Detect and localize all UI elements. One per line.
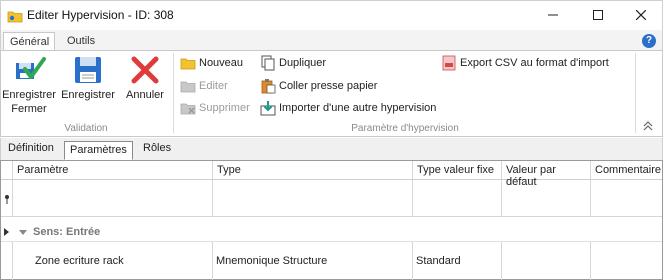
expand-group-icon[interactable] (19, 228, 27, 236)
tab-roles[interactable]: Rôles (143, 142, 171, 154)
supprimer-button[interactable]: Supprimer (180, 99, 250, 117)
minimize-button[interactable] (531, 1, 575, 29)
column-header-type-valeur-fixe[interactable]: Type valeur fixe (412, 161, 501, 180)
group-label-parametre: Paramètre d'hypervision (351, 123, 459, 134)
column-divider (212, 242, 213, 280)
editer-button[interactable]: Editer (180, 77, 228, 95)
export-csv-label: Export CSV au format d'import (460, 57, 609, 69)
paste-icon (261, 79, 276, 94)
column-divider (590, 242, 591, 280)
help-icon[interactable]: ? (642, 34, 656, 48)
column-header-type[interactable]: Type (212, 161, 412, 180)
group-label-validation: Validation (64, 123, 108, 134)
coller-button[interactable]: Coller presse papier (260, 77, 377, 95)
table-row[interactable]: Zone ecriture rack Mnemonique Structure … (1, 241, 662, 280)
folder-icon (7, 11, 23, 23)
export-csv-button[interactable]: Export CSV au format d'import (441, 54, 609, 72)
cancel-button[interactable]: Annuler (121, 53, 169, 121)
edit-folder-icon (180, 81, 196, 93)
tab-parametres[interactable]: Paramètres (64, 141, 133, 160)
save-icon (75, 57, 101, 83)
save-button[interactable]: Enregistrer (59, 53, 117, 121)
column-divider (501, 180, 502, 217)
column-divider (412, 242, 413, 280)
column-divider (501, 242, 502, 280)
new-folder-icon (180, 58, 196, 70)
save-close-label-1: Enregistrer (2, 89, 56, 101)
minimize-icon (548, 14, 558, 16)
supprimer-label: Supprimer (199, 102, 250, 114)
group-row-sens-entree[interactable]: Sens: Entrée (1, 223, 662, 241)
column-divider (412, 180, 413, 217)
ribbon-tab-bar: Général Outils ? (0, 30, 663, 51)
parameters-grid: Paramètre Type Type valeur fixe Valeur p… (0, 160, 663, 280)
column-header-commentaire[interactable]: Commentaire (590, 161, 662, 180)
save-label: Enregistrer (61, 89, 115, 101)
importer-button[interactable]: Importer d'une autre hypervision (260, 99, 436, 117)
cancel-icon (131, 56, 159, 84)
save-close-label-2: Fermer (11, 103, 47, 115)
tab-outils[interactable]: Outils (61, 32, 101, 51)
row-indicator-header (1, 161, 13, 180)
window-title: Editer Hypervision - ID: 308 (27, 8, 174, 22)
maximize-icon (593, 10, 603, 20)
collapse-ribbon-icon[interactable] (642, 120, 654, 132)
pin-icon (5, 195, 9, 204)
new-item-row[interactable] (1, 180, 662, 217)
row-indicator (1, 180, 13, 217)
duplicate-icon (261, 55, 275, 71)
cell-parametre: Zone ecriture rack (35, 255, 124, 267)
import-icon (260, 101, 276, 116)
dupliquer-button[interactable]: Dupliquer (260, 54, 326, 72)
grid-header: Paramètre Type Type valeur fixe Valeur p… (1, 161, 662, 188)
nouveau-label: Nouveau (199, 57, 244, 69)
cell-type-valeur-fixe: Standard (416, 255, 461, 267)
close-icon (636, 10, 646, 20)
column-header-parametre[interactable]: Paramètre (13, 161, 212, 180)
group-label: Sens: Entrée (33, 226, 101, 238)
coller-label: Coller presse papier (279, 80, 378, 92)
cell-type: Mnemonique Structure (216, 255, 328, 267)
dupliquer-label: Dupliquer (279, 57, 327, 69)
ribbon: Enregistrer Fermer Enregistrer Annuler V… (0, 50, 663, 137)
nouveau-button[interactable]: Nouveau (180, 54, 243, 72)
editer-label: Editer (199, 80, 228, 92)
group-separator (635, 53, 636, 133)
close-button[interactable] (619, 1, 663, 29)
tab-definition[interactable]: Définition (8, 142, 54, 154)
save-close-icon (16, 57, 46, 79)
delete-folder-icon (180, 103, 196, 115)
column-divider (590, 180, 591, 217)
row-indicator (1, 242, 13, 280)
column-divider (212, 180, 213, 217)
title-bar: Editer Hypervision - ID: 308 (0, 0, 663, 30)
row-pointer-icon (4, 228, 9, 236)
inner-tab-bar: Définition Paramètres Rôles (0, 138, 663, 160)
save-close-button[interactable]: Enregistrer Fermer (1, 53, 57, 121)
export-csv-icon (442, 55, 456, 71)
column-header-valeur-defaut[interactable]: Valeur par défaut (501, 161, 590, 188)
group-separator (173, 53, 174, 133)
cancel-label: Annuler (126, 89, 164, 101)
maximize-button[interactable] (576, 1, 620, 29)
importer-label: Importer d'une autre hypervision (279, 102, 437, 114)
tab-general[interactable]: Général (3, 32, 55, 51)
